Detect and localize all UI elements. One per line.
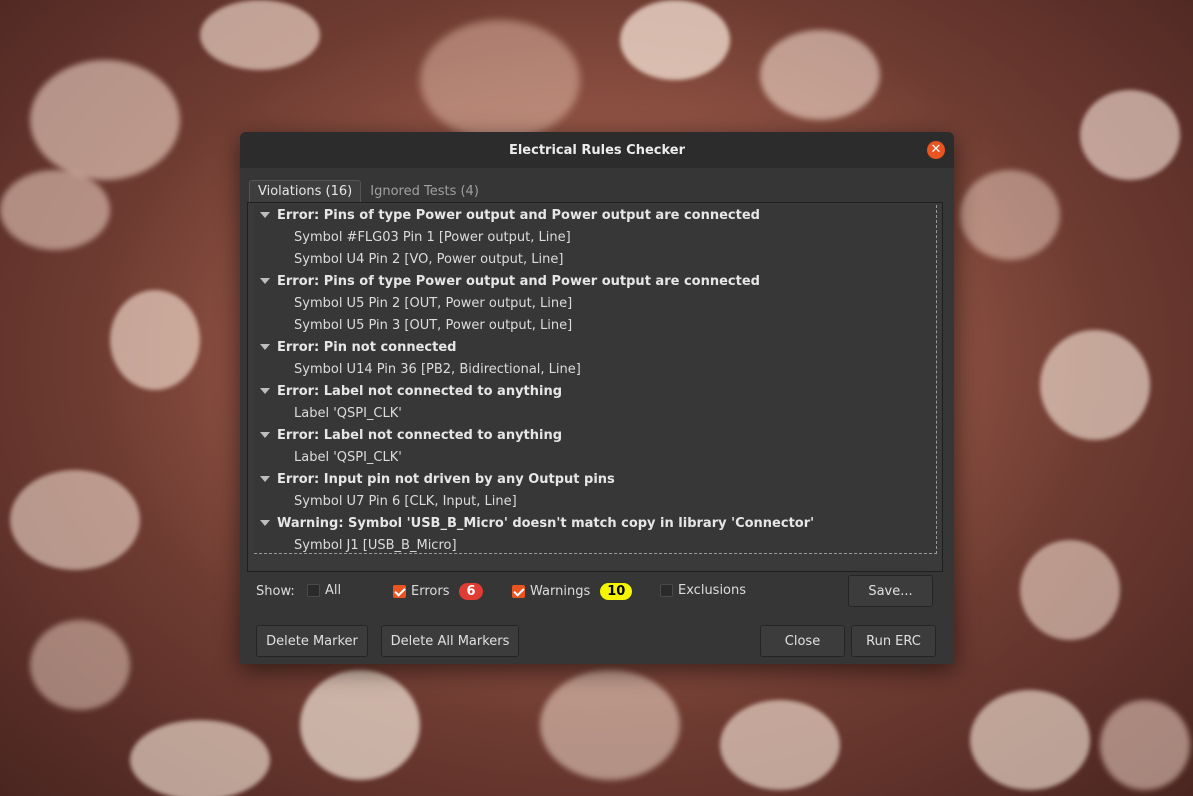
violations-panel: Error: Pins of type Power output and Pow… bbox=[247, 202, 943, 572]
filter-errors-label: Errors bbox=[411, 584, 450, 599]
close-button[interactable]: Close bbox=[760, 625, 845, 657]
dialog-title: Electrical Rules Checker bbox=[508, 142, 686, 158]
filter-all-label: All bbox=[325, 583, 342, 598]
violation-item[interactable]: Symbol J1 [USB_B_Micro] bbox=[254, 535, 936, 553]
errors-count-badge: 6 bbox=[459, 583, 483, 600]
violations-tree[interactable]: Error: Pins of type Power output and Pow… bbox=[254, 205, 937, 554]
filter-row: Show: All Errors 6 Warnings 10 Exclusion… bbox=[240, 575, 954, 609]
violation-header[interactable]: Error: Input pin not driven by any Outpu… bbox=[254, 469, 936, 491]
filter-warnings-label: Warnings bbox=[530, 584, 591, 599]
tab-ignored-tests[interactable]: Ignored Tests (4) bbox=[361, 180, 488, 202]
violation-item[interactable]: Symbol U5 Pin 3 [OUT, Power output, Line… bbox=[254, 315, 936, 337]
checkbox-checked-icon[interactable] bbox=[512, 585, 525, 598]
show-label: Show: bbox=[256, 584, 295, 599]
checkbox-checked-icon[interactable] bbox=[393, 585, 406, 598]
expand-arrow-icon[interactable] bbox=[260, 431, 270, 438]
warnings-count-badge: 10 bbox=[600, 583, 633, 600]
expand-arrow-icon[interactable] bbox=[260, 519, 270, 526]
expand-arrow-icon[interactable] bbox=[260, 387, 270, 394]
filter-exclusions-label: Exclusions bbox=[678, 583, 747, 598]
filter-all-checkbox[interactable]: All bbox=[307, 583, 341, 598]
dialog-titlebar[interactable]: Electrical Rules Checker ✕ bbox=[240, 132, 954, 168]
violation-header[interactable]: Error: Pins of type Power output and Pow… bbox=[254, 271, 936, 293]
violation-header[interactable]: Error: Label not connected to anything bbox=[254, 381, 936, 403]
close-icon[interactable]: ✕ bbox=[927, 141, 945, 159]
violation-header[interactable]: Error: Pin not connected bbox=[254, 337, 936, 359]
violation-item[interactable]: Symbol U7 Pin 6 [CLK, Input, Line] bbox=[254, 491, 936, 513]
checkbox-icon[interactable] bbox=[307, 584, 320, 597]
delete-marker-button[interactable]: Delete Marker bbox=[256, 625, 368, 657]
delete-all-markers-button[interactable]: Delete All Markers bbox=[381, 625, 519, 657]
run-erc-button[interactable]: Run ERC bbox=[851, 625, 936, 657]
violation-header[interactable]: Warning: Symbol 'USB_B_Micro' doesn't ma… bbox=[254, 513, 936, 535]
violation-item[interactable]: Label 'QSPI_CLK' bbox=[254, 403, 936, 425]
violation-item[interactable]: Symbol U5 Pin 2 [OUT, Power output, Line… bbox=[254, 293, 936, 315]
violation-item[interactable]: Label 'QSPI_CLK' bbox=[254, 447, 936, 469]
filter-warnings-checkbox[interactable]: Warnings 10 bbox=[512, 583, 633, 600]
violation-header[interactable]: Error: Pins of type Power output and Pow… bbox=[254, 205, 936, 227]
expand-arrow-icon[interactable] bbox=[260, 211, 270, 218]
expand-arrow-icon[interactable] bbox=[260, 475, 270, 482]
tab-violations[interactable]: Violations (16) bbox=[249, 180, 362, 202]
save-button[interactable]: Save... bbox=[848, 575, 933, 607]
filter-errors-checkbox[interactable]: Errors 6 bbox=[393, 583, 483, 600]
tab-bar: Violations (16) Ignored Tests (4) bbox=[249, 180, 488, 202]
violation-header[interactable]: Error: Label not connected to anything bbox=[254, 425, 936, 447]
checkbox-icon[interactable] bbox=[660, 584, 673, 597]
violation-item[interactable]: Symbol U4 Pin 2 [VO, Power output, Line] bbox=[254, 249, 936, 271]
erc-dialog: Electrical Rules Checker ✕ Violations (1… bbox=[240, 132, 954, 664]
expand-arrow-icon[interactable] bbox=[260, 343, 270, 350]
violation-item[interactable]: Symbol U14 Pin 36 [PB2, Bidirectional, L… bbox=[254, 359, 936, 381]
violation-item[interactable]: Symbol #FLG03 Pin 1 [Power output, Line] bbox=[254, 227, 936, 249]
expand-arrow-icon[interactable] bbox=[260, 277, 270, 284]
filter-exclusions-checkbox[interactable]: Exclusions bbox=[660, 583, 746, 598]
